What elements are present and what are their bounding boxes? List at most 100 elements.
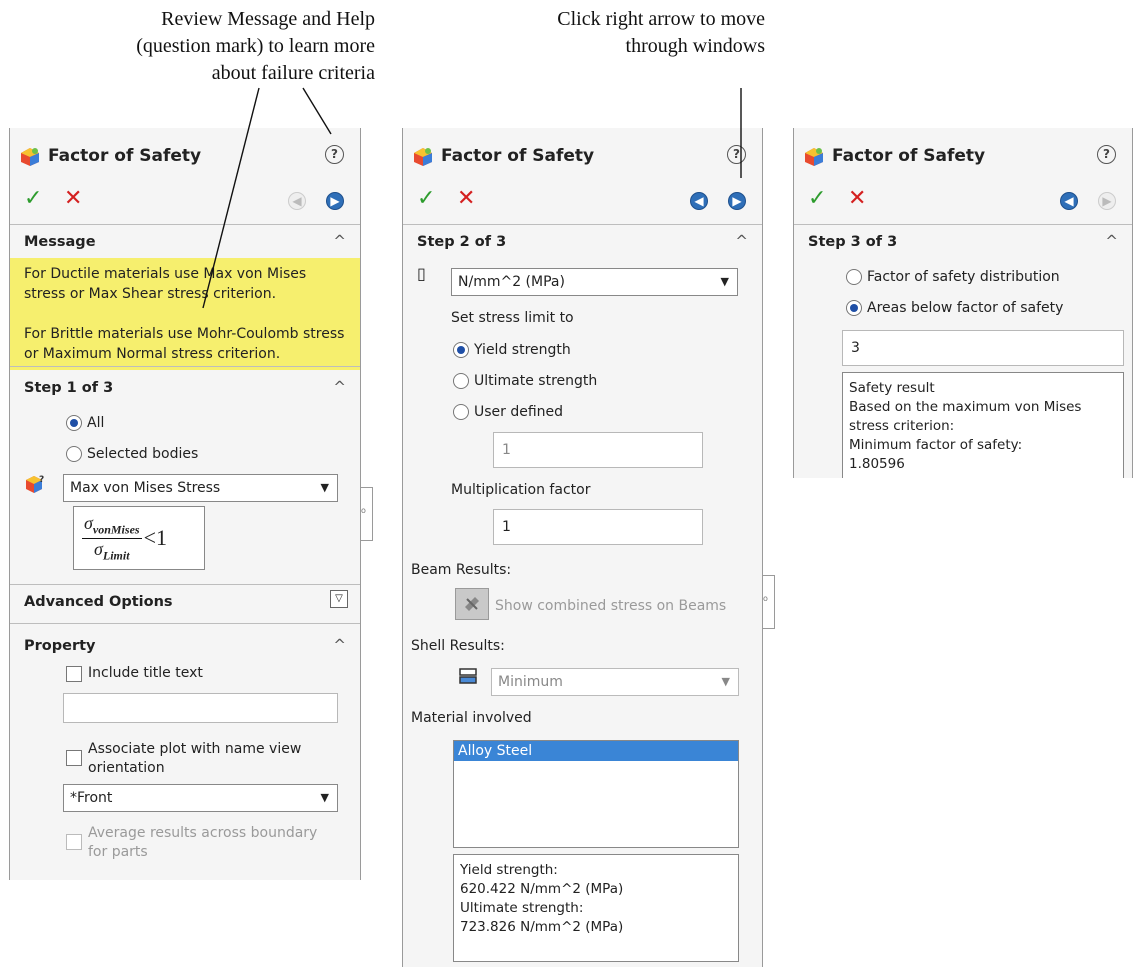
radio-user-defined[interactable]: User defined [453, 404, 563, 420]
radio-selected-bodies[interactable]: Selected bodies [66, 446, 198, 462]
associate-plot-checkbox[interactable]: Associate plot with name view orientatio… [66, 740, 336, 778]
radio-areas-below[interactable]: Areas below factor of safety [846, 300, 1063, 316]
average-results-checkbox: Average results across boundary for part… [66, 824, 336, 862]
factor-of-safety-icon [805, 148, 823, 166]
cancel-x-icon[interactable]: ✕ [848, 186, 866, 211]
radio-button[interactable] [66, 446, 82, 462]
radio-label: Areas below factor of safety [867, 300, 1064, 316]
property-header: Property [24, 638, 96, 654]
expand-icon[interactable]: ▽ [330, 590, 348, 608]
units-value: N/mm^2 (MPa) [458, 274, 565, 290]
shell-results-select: Minimum ▼ [491, 668, 739, 696]
checkbox[interactable] [66, 750, 82, 766]
help-question-icon[interactable]: ? [727, 145, 746, 164]
user-defined-input[interactable]: 1 [493, 432, 703, 468]
info-line: 620.422 N/mm^2 (MPa) [460, 881, 624, 897]
title-text-input[interactable] [63, 693, 338, 723]
collapse-caret-icon[interactable]: ^ [333, 232, 346, 250]
cancel-x-icon[interactable]: ✕ [457, 186, 475, 211]
radio-button[interactable] [66, 415, 82, 431]
radio-fos-distribution[interactable]: Factor of safety distribution [846, 269, 1060, 285]
multiplication-factor-input[interactable]: 1 [493, 509, 703, 545]
ok-check-icon[interactable]: ✓ [808, 186, 826, 211]
factor-of-safety-panel-step3: Factor of Safety ? ✓ ✕ ◀ ▶ Step 3 of 3 ^… [793, 128, 1133, 478]
factor-of-safety-panel-step2: Factor of Safety ? ✓ ✕ ◀ ▶ Step 2 of 3 ^… [402, 128, 763, 967]
result-line: 1.80596 [849, 456, 905, 472]
criterion-formula: σvonMises σLimit <1 [73, 506, 205, 570]
back-arrow-icon: ◀ [288, 192, 306, 210]
criterion-select[interactable]: Max von Mises Stress ▼ [63, 474, 338, 502]
radio-label: User defined [474, 404, 564, 420]
radio-label: Factor of safety distribution [867, 269, 1060, 285]
shell-icon [459, 668, 477, 684]
view-orientation-select[interactable]: *Front ▼ [63, 784, 338, 812]
radio-ultimate-strength[interactable]: Ultimate strength [453, 373, 597, 389]
info-line: 723.826 N/mm^2 (MPa) [460, 919, 624, 935]
radio-label: Ultimate strength [474, 373, 598, 389]
panel-title-text: Factor of Safety [441, 146, 595, 166]
panel-title: Factor of Safety [10, 128, 360, 184]
checkbox-label: Average results across boundary for part… [88, 825, 318, 860]
next-arrow-icon: ▶ [1098, 192, 1116, 210]
collapse-caret-icon[interactable]: ^ [333, 636, 346, 654]
info-line: Yield strength: [460, 862, 558, 878]
safety-result-box: Safety result Based on the maximum von M… [842, 372, 1124, 478]
step2-header: Step 2 of 3 [417, 234, 507, 250]
radio-button[interactable] [846, 300, 862, 316]
panel-resize-tab[interactable] [763, 575, 775, 629]
multiplication-factor-label: Multiplication factor [451, 482, 591, 498]
callout-line: Click right arrow to move [557, 8, 765, 30]
shell-option-value: Minimum [498, 674, 563, 690]
radio-button[interactable] [846, 269, 862, 285]
next-arrow-icon[interactable]: ▶ [728, 192, 746, 210]
dropdown-arrow-icon: ▼ [720, 275, 729, 288]
factor-of-safety-icon [414, 148, 432, 166]
checkbox-label: Include title text [88, 665, 203, 681]
show-combined-stress-button[interactable] [455, 588, 489, 620]
help-question-icon[interactable]: ? [325, 145, 344, 164]
criterion-value: Max von Mises Stress [70, 480, 221, 496]
material-listbox[interactable]: Alloy Steel [453, 740, 739, 848]
radio-yield-strength[interactable]: Yield strength [453, 342, 571, 358]
material-involved-label: Material involved [411, 710, 532, 726]
result-line: Based on the maximum von Mises [849, 399, 1082, 415]
message-brittle: For Brittle materials use Mohr-Coulomb s… [24, 326, 345, 362]
material-info-box: Yield strength: 620.422 N/mm^2 (MPa) Ult… [453, 854, 739, 962]
cancel-x-icon[interactable]: ✕ [64, 186, 82, 211]
info-line: Ultimate strength: [460, 900, 584, 916]
fos-value-input[interactable]: 3 [842, 330, 1124, 366]
collapse-caret-icon[interactable]: ^ [333, 378, 346, 396]
panel-title: Factor of Safety [794, 128, 1132, 184]
beam-stress-icon [465, 597, 479, 611]
help-question-icon[interactable]: ? [1097, 145, 1116, 164]
include-title-checkbox[interactable]: Include title text [66, 664, 203, 683]
panel-title-text: Factor of Safety [832, 146, 986, 166]
next-arrow-icon[interactable]: ▶ [326, 192, 344, 210]
dropdown-arrow-icon: ▼ [320, 791, 329, 804]
ok-check-icon[interactable]: ✓ [24, 186, 42, 211]
criterion-icon: ? [26, 475, 44, 493]
beam-results-label: Beam Results: [411, 562, 512, 578]
checkbox [66, 834, 82, 850]
back-arrow-icon[interactable]: ◀ [690, 192, 708, 210]
svg-text:?: ? [39, 475, 44, 485]
radio-button[interactable] [453, 404, 469, 420]
radio-button[interactable] [453, 342, 469, 358]
callout-line: (question mark) to learn more [136, 35, 375, 57]
checkbox[interactable] [66, 666, 82, 682]
set-stress-limit-label: Set stress limit to [451, 310, 574, 326]
shell-results-label: Shell Results: [411, 638, 505, 654]
list-item[interactable]: Alloy Steel [454, 741, 738, 761]
result-line: stress criterion: [849, 418, 955, 434]
advanced-options-header[interactable]: Advanced Options [24, 594, 173, 610]
radio-button[interactable] [453, 373, 469, 389]
back-arrow-icon[interactable]: ◀ [1060, 192, 1078, 210]
collapse-caret-icon[interactable]: ^ [1105, 232, 1118, 250]
radio-all[interactable]: All [66, 415, 104, 431]
message-box: For Ductile materials use Max von Mises … [10, 258, 360, 370]
collapse-caret-icon[interactable]: ^ [735, 232, 748, 250]
units-select[interactable]: N/mm^2 (MPa) ▼ [451, 268, 738, 296]
factor-of-safety-icon [21, 148, 39, 166]
panel-resize-tab[interactable] [361, 487, 373, 541]
ok-check-icon[interactable]: ✓ [417, 186, 435, 211]
